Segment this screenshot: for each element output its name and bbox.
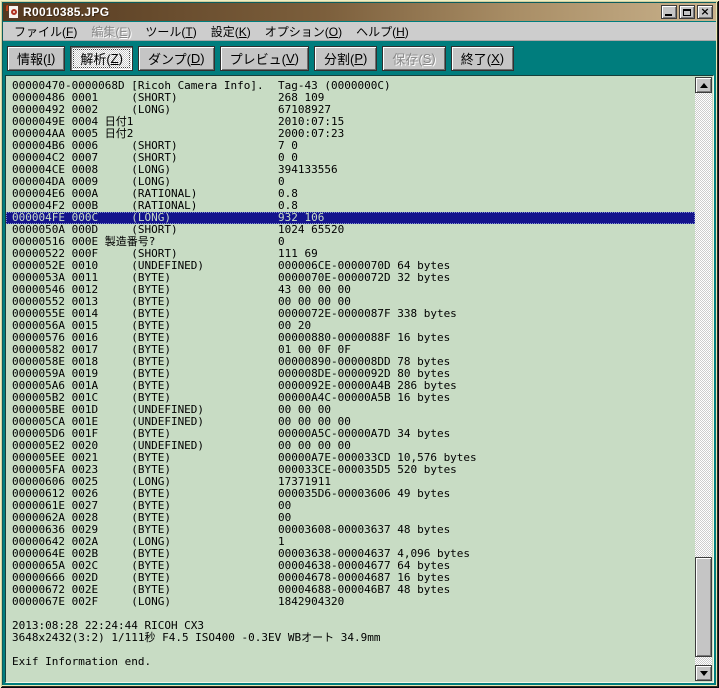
exif-row[interactable]: 3648x2432(3:2) 1/111秒 F4.5 ISO400 -0.3EV… <box>6 632 695 644</box>
exif-row-value: 394133556 <box>278 163 338 176</box>
toolbar-button-analyze[interactable]: 解析(Z) <box>70 45 133 71</box>
vertical-scrollbar[interactable] <box>695 77 712 681</box>
scroll-up-button[interactable] <box>695 77 712 93</box>
app-icon <box>6 5 20 19</box>
title-bar[interactable]: R0010385.JPG × <box>3 3 716 21</box>
window-title: R0010385.JPG <box>23 5 110 19</box>
toolbar-button-save: 保存(S) <box>382 45 446 71</box>
menu-bar: ファイル(F) 編集(E) ツール(T) 設定(K) オプション(O) ヘルプ(H) <box>3 22 716 41</box>
arrow-up-icon <box>699 82 708 88</box>
toolbar: 情報(I) 解析(Z) ダンプ(D) プレビュ(V) 分割(P) 保存(S) 終了(X) <box>3 42 716 74</box>
minimize-button[interactable] <box>661 5 677 19</box>
menu-item-edit: 編集(E) <box>91 24 132 39</box>
maximize-icon <box>683 8 691 16</box>
exif-row-value: 00003608-00003637 48 bytes <box>278 523 451 536</box>
exif-row-left: Exif Information end. <box>12 655 152 668</box>
close-button[interactable]: × <box>697 5 713 19</box>
exif-output-panel: 00000470-0000068D [Ricoh Camera Info]. Ta… <box>5 75 714 683</box>
arrow-down-icon <box>699 670 708 676</box>
scrollbar-track[interactable] <box>695 93 712 665</box>
minimize-icon <box>665 14 672 16</box>
menu-item-help[interactable]: ヘルプ(H) <box>349 22 416 41</box>
exif-row-value: 1024 65520 <box>278 223 345 236</box>
app-window: R0010385.JPG × ファイル(F) 編集(E) ツール(T) 設定(K) オプ… <box>0 0 719 688</box>
exif-row-value: 1842904320 <box>278 595 345 608</box>
maximize-button[interactable] <box>679 5 695 19</box>
app-icon-lens <box>11 9 17 15</box>
toolbar-button-split[interactable]: 分割(P) <box>314 45 378 71</box>
toolbar-button-dump[interactable]: ダンプ(D) <box>137 45 215 71</box>
exif-row[interactable]: Exif Information end. <box>6 656 695 668</box>
menu-item-options[interactable]: オプション(O) <box>258 22 349 41</box>
scrollbar-thumb[interactable] <box>695 557 712 657</box>
window-controls: × <box>661 5 713 19</box>
toolbar-button-exit[interactable]: 終了(X) <box>450 45 515 71</box>
exif-row-left: 0000067E 002F (LONG) <box>12 595 171 608</box>
toolbar-button-preview[interactable]: プレビュ(V) <box>219 45 309 71</box>
toolbar-button-info[interactable]: 情報(I) <box>7 45 66 71</box>
exif-rows: 00000470-0000068D [Ricoh Camera Info]. Ta… <box>6 76 695 682</box>
exif-row[interactable]: 0000067E 002F (LONG) 1842904320 <box>6 596 695 608</box>
close-icon: × <box>700 5 710 18</box>
menu-item-tools[interactable]: ツール(T) <box>138 22 203 41</box>
scroll-down-button[interactable] <box>695 665 712 681</box>
exif-row-value: 000035D6-00003606 49 bytes <box>278 487 451 500</box>
exif-row-left: 3648x2432(3:2) 1/111秒 F4.5 ISO400 -0.3EV… <box>12 631 381 644</box>
menu-item-settings[interactable]: 設定(K) <box>204 22 258 41</box>
menu-item-file[interactable]: ファイル(F) <box>7 22 84 41</box>
